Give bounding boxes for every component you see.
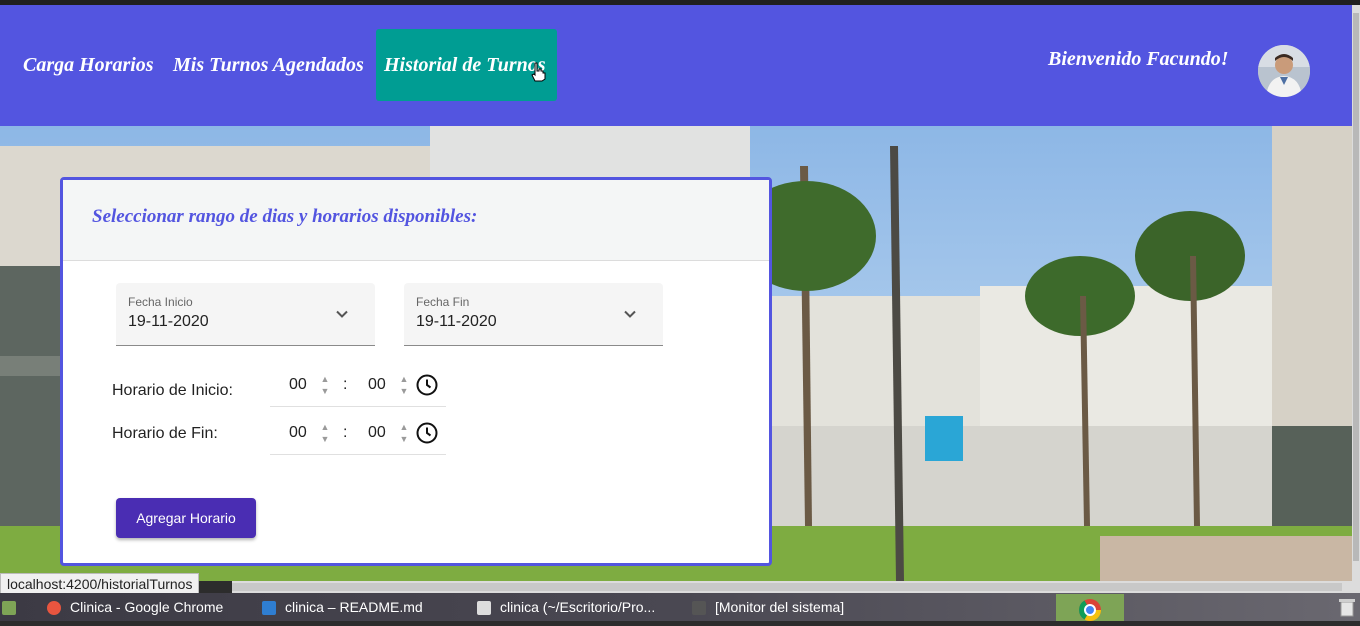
nav-carga-horarios[interactable]: Carga Horarios [23, 29, 154, 101]
time-separator: : [343, 424, 348, 441]
welcome-text: Bienvenido Facundo! [1048, 48, 1229, 70]
os-taskbar: Clinica - Google Chrome clinica – README… [0, 593, 1360, 621]
clock-icon[interactable] [415, 373, 439, 397]
horario-inicio-timepicker[interactable]: 00 ▲ ▼ : 00 ▲ ▼ [270, 373, 446, 407]
taskbar-item-chrome[interactable]: Clinica - Google Chrome [70, 599, 223, 615]
trash-icon[interactable] [1338, 597, 1356, 617]
monitor-icon [692, 601, 706, 615]
minutes-spinner-icon[interactable]: ▲ ▼ [399, 373, 409, 397]
panel-header: Seleccionar rango de dias y horarios dis… [63, 180, 769, 261]
horizontal-scrollbar[interactable] [232, 581, 1360, 593]
agregar-horario-button[interactable]: Agregar Horario [116, 498, 256, 538]
fecha-fin-label: Fecha Fin [416, 295, 470, 309]
fecha-fin-select[interactable]: Fecha Fin 19-11-2020 [404, 283, 663, 346]
minutes-spinner-icon[interactable]: ▲ ▼ [399, 421, 409, 445]
fecha-inicio-select[interactable]: Fecha Inicio 19-11-2020 [116, 283, 375, 346]
vscode-icon [262, 601, 276, 615]
chrome-icon [47, 601, 61, 615]
hours-spinner-icon[interactable]: ▲ ▼ [320, 373, 330, 397]
horario-form-panel: Seleccionar rango de dias y horarios dis… [60, 177, 772, 566]
nav-mis-turnos[interactable]: Mis Turnos Agendados [173, 29, 364, 101]
fecha-inicio-value: 19-11-2020 [128, 313, 209, 330]
fecha-inicio-label: Fecha Inicio [128, 295, 193, 309]
taskbar-chrome-launcher[interactable] [1056, 594, 1124, 621]
horario-fin-timepicker[interactable]: 00 ▲ ▼ : 00 ▲ ▼ [270, 421, 446, 455]
show-desktop-icon[interactable] [2, 601, 16, 615]
panel-title: Seleccionar rango de dias y horarios dis… [92, 206, 478, 227]
taskbar-item-files[interactable]: clinica (~/Escritorio/Pro... [500, 599, 655, 615]
hours-spinner-icon[interactable]: ▲ ▼ [320, 421, 330, 445]
horario-fin-label: Horario de Fin: [112, 425, 218, 442]
status-url: localhost:4200/historialTurnos [0, 573, 200, 595]
horario-inicio-hours[interactable]: 00 [289, 376, 307, 394]
fecha-fin-value: 19-11-2020 [416, 313, 497, 330]
vertical-scrollbar[interactable] [1352, 5, 1360, 581]
navbar: Carga Horarios Mis Turnos Agendados Hist… [0, 5, 1352, 126]
text-editor-icon [477, 601, 491, 615]
chevron-down-icon[interactable] [335, 307, 349, 321]
chevron-down-icon[interactable] [623, 307, 637, 321]
hand-cursor-icon [531, 62, 546, 82]
time-separator: : [343, 376, 348, 393]
horario-fin-minutes[interactable]: 00 [368, 424, 386, 442]
horario-fin-hours[interactable]: 00 [289, 424, 307, 442]
horario-inicio-minutes[interactable]: 00 [368, 376, 386, 394]
avatar[interactable] [1258, 45, 1310, 97]
clock-icon[interactable] [415, 421, 439, 445]
horario-inicio-label: Horario de Inicio: [112, 382, 233, 399]
taskbar-item-monitor[interactable]: [Monitor del sistema] [715, 599, 844, 615]
taskbar-item-editor[interactable]: clinica – README.md [285, 599, 423, 615]
